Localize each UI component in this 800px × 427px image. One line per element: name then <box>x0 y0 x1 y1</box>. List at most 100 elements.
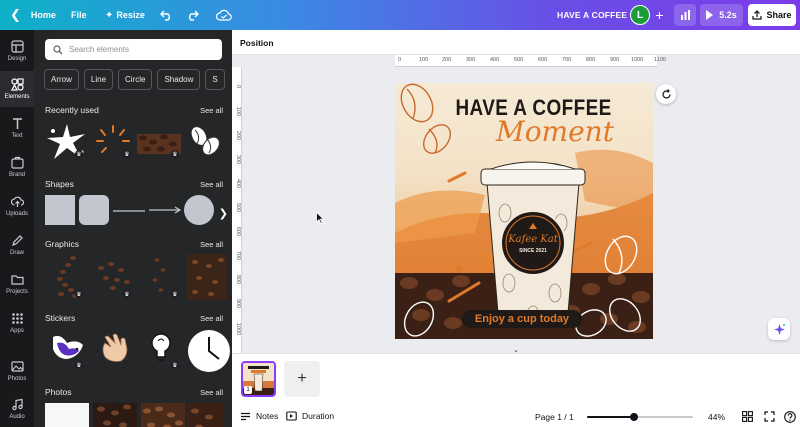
search-input[interactable] <box>69 45 209 54</box>
notes-icon <box>241 412 250 420</box>
design-page[interactable]: HAVE A COFFEE Moment Kafee Kat SINCE 202… <box>395 83 653 339</box>
context-toolbar: Position <box>232 30 800 55</box>
rail-item-draw[interactable]: Draw <box>0 227 34 263</box>
home-button[interactable]: ❮ Home <box>10 0 56 30</box>
page-indicator[interactable]: Page 1 / 1 <box>535 412 574 422</box>
fullscreen-button[interactable] <box>764 411 775 425</box>
rail-label-photos: Photos <box>7 376 27 382</box>
mouse-cursor-icon <box>316 212 324 224</box>
stickers-see-all-link[interactable]: See all <box>200 314 223 323</box>
rail-item-photos[interactable]: Photos <box>0 353 34 389</box>
magic-assistant-button[interactable] <box>768 318 790 340</box>
rail-label-text: Text <box>11 133 23 139</box>
undo-button[interactable] <box>160 0 173 30</box>
zoom-slider[interactable] <box>587 413 693 421</box>
share-button[interactable]: Share <box>748 4 796 26</box>
add-collaborator-button[interactable]: + <box>651 6 668 23</box>
rail-item-design[interactable]: Design <box>0 33 34 69</box>
premium-crown-icon: ♛ <box>123 150 131 158</box>
chip-arrow[interactable]: Arrow <box>44 69 79 90</box>
shapes-see-all-link[interactable]: See all <box>200 180 223 189</box>
photos-see-all-link[interactable]: See all <box>200 388 223 397</box>
duration-label: Duration <box>302 411 335 421</box>
arrow-line-shape[interactable] <box>149 205 181 215</box>
rail-item-apps[interactable]: Apps <box>0 305 34 341</box>
premium-crown-icon: ♛ <box>75 290 83 298</box>
zoom-slider-handle[interactable] <box>630 413 638 421</box>
side-rail: Design Elements Text Brand Uploads Draw … <box>0 30 34 427</box>
chip-circle[interactable]: Circle <box>118 69 153 90</box>
sparkle-icon: ✦ <box>105 9 114 21</box>
file-menu-button[interactable]: File <box>71 0 87 30</box>
clock-sticker[interactable] <box>187 329 231 373</box>
rail-item-uploads[interactable]: Uploads <box>0 188 34 224</box>
present-play-button[interactable]: 5.2s <box>700 4 743 26</box>
chip-shadow[interactable]: Shadow <box>157 69 201 90</box>
grid-view-button[interactable] <box>742 411 753 425</box>
draw-icon <box>11 235 23 246</box>
ruler-tick: 600 <box>235 227 241 237</box>
chip-line[interactable]: Line <box>83 69 114 90</box>
position-button[interactable]: Position <box>240 38 274 48</box>
photos-row <box>45 403 230 427</box>
search-box[interactable] <box>45 39 222 60</box>
pages-strip: 1 + <box>232 353 800 407</box>
coffee-bean-outline-thumb[interactable] <box>185 122 225 162</box>
shapes-title: Shapes <box>45 179 74 189</box>
help-button[interactable] <box>784 411 796 426</box>
zoom-level[interactable]: 44% <box>708 412 725 422</box>
ruler-tick: 300 <box>235 155 241 165</box>
add-page-button[interactable]: + <box>284 361 320 397</box>
rail-item-projects[interactable]: Projects <box>0 266 34 302</box>
avatar[interactable]: L <box>630 5 650 25</box>
notes-button[interactable]: Notes <box>240 411 278 421</box>
script-title-text[interactable]: Moment <box>465 115 645 148</box>
recent-see-all-link[interactable]: See all <box>200 106 223 115</box>
cloud-saved-button[interactable] <box>216 0 232 30</box>
resize-button[interactable]: ✦ Resize <box>105 0 145 30</box>
circle-shape[interactable] <box>184 195 214 225</box>
redo-button[interactable] <box>186 0 199 30</box>
timer-icon <box>286 411 297 421</box>
chip-more[interactable]: S <box>205 69 225 90</box>
insights-button[interactable] <box>674 4 696 26</box>
graphics-header: Graphics See all <box>45 239 223 249</box>
audio-icon <box>11 398 23 411</box>
photo-thumb[interactable] <box>141 403 185 427</box>
cta-banner[interactable]: Enjoy a cup today <box>462 310 582 328</box>
bottom-bar: Notes Duration Page 1 / 1 44% <box>232 407 800 427</box>
editor-canvas[interactable]: 0 100 200 300 400 500 600 700 800 900 10… <box>232 55 800 354</box>
rounded-square-shape[interactable] <box>79 195 109 225</box>
play-duration: 5.2s <box>719 10 737 20</box>
notes-label: Notes <box>256 411 279 421</box>
filter-chips: Arrow Line Circle Shadow S <box>44 69 232 90</box>
photo-thumb[interactable] <box>45 403 89 427</box>
page-thumbnail[interactable]: 1 <box>241 361 276 397</box>
rail-item-text[interactable]: Text <box>0 110 34 146</box>
photo-thumb[interactable] <box>93 403 137 427</box>
square-shape[interactable] <box>45 195 75 225</box>
cta-text: Enjoy a cup today <box>474 313 570 325</box>
rail-item-audio[interactable]: Audio <box>0 391 34 427</box>
rail-item-brand[interactable]: Brand <box>0 149 34 185</box>
duration-button[interactable]: Duration <box>286 411 334 421</box>
recent-header: Recently used See all <box>45 105 223 115</box>
bean-pattern-graphic[interactable] <box>187 254 227 300</box>
graphics-see-all-link[interactable]: See all <box>200 240 223 249</box>
document-title[interactable]: HAVE A COFFEE <box>557 0 627 30</box>
photos-icon <box>10 361 24 372</box>
photo-thumb[interactable] <box>187 403 223 427</box>
home-label: Home <box>30 10 56 20</box>
horizontal-ruler: 0 100 200 300 400 500 600 700 800 900 10… <box>395 55 666 67</box>
ruler-tick: 1000 <box>235 323 241 336</box>
photos-title: Photos <box>45 387 72 397</box>
line-shape[interactable] <box>113 209 145 213</box>
rail-item-elements[interactable]: Elements <box>0 71 34 107</box>
hand-sticker[interactable] <box>97 329 131 369</box>
shapes-scroll-right-icon[interactable]: ❯ <box>219 207 228 220</box>
photos-header: Photos See all <box>45 387 223 397</box>
ruler-tick: 100 <box>419 57 429 63</box>
text-icon <box>12 118 22 129</box>
folder-icon <box>10 275 24 285</box>
regenerate-button[interactable] <box>656 84 676 104</box>
